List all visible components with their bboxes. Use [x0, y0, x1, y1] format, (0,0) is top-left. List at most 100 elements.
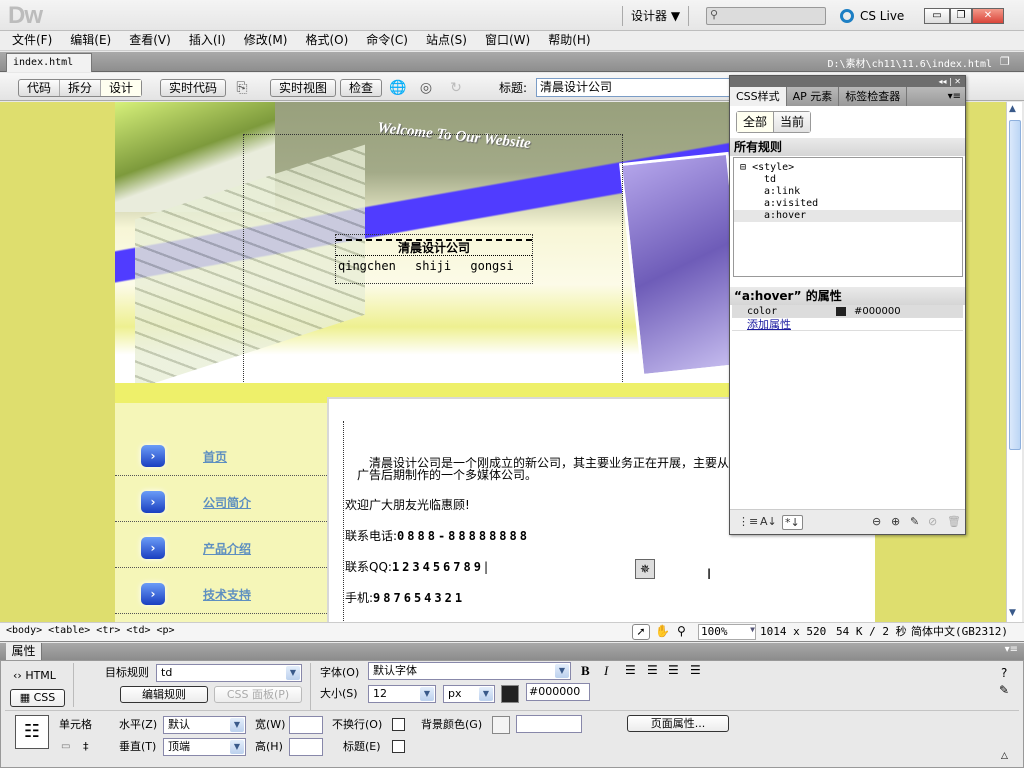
cs-live-button[interactable]: CS Live — [840, 7, 904, 25]
close-window-button[interactable]: ✕ — [972, 8, 1004, 24]
menu-modify[interactable]: 修改(M) — [238, 31, 294, 50]
nav-item[interactable]: › 产品介绍 — [115, 528, 327, 568]
tab-ap-elements[interactable]: AP 元素 — [787, 87, 840, 106]
zoom-tool-icon[interactable]: ⚲ — [677, 624, 686, 638]
edit-rule-button[interactable]: 编辑规则 — [120, 686, 208, 703]
menu-site[interactable]: 站点(S) — [420, 31, 473, 50]
page-title-input[interactable]: 清晨设计公司 — [536, 78, 736, 97]
help-icon[interactable]: ? — [1001, 666, 1007, 680]
edit-rule-icon[interactable]: ✎ — [910, 515, 919, 528]
align-left-icon[interactable]: ☰ — [625, 663, 636, 677]
header-checkbox[interactable] — [392, 740, 405, 753]
split-view-button[interactable]: 拆分 — [60, 80, 102, 96]
split-cell-icon[interactable]: ‡ — [83, 740, 89, 753]
category-view-icon[interactable]: ⋮≡ — [738, 515, 758, 528]
live-code-button[interactable]: 实时代码 — [160, 79, 227, 97]
size-unit-select[interactable]: px ▼ — [443, 685, 495, 703]
rule-a-link[interactable]: a:link — [734, 186, 962, 198]
bold-button[interactable]: B — [581, 663, 590, 679]
nowrap-checkbox[interactable] — [392, 718, 405, 731]
size-select[interactable]: 12 ▼ — [368, 685, 436, 703]
tab-tag-inspector[interactable]: 标签检查器 — [839, 87, 908, 106]
menu-edit[interactable]: 编辑(E) — [64, 31, 117, 50]
minimize-button[interactable]: ▭ — [924, 8, 950, 24]
close-panel-icon[interactable]: ✕ — [954, 77, 961, 86]
menu-file[interactable]: 文件(F) — [6, 31, 58, 50]
select-tool-icon[interactable]: ➚ — [632, 624, 650, 640]
preview-browser-icon[interactable]: 🌐 — [388, 80, 408, 96]
refresh-icon[interactable]: ↻ — [446, 80, 466, 96]
inspect-button[interactable]: 检查 — [340, 79, 383, 97]
hand-tool-icon[interactable]: ✋ — [655, 624, 670, 638]
nav-item[interactable]: › 技术支持 — [115, 574, 327, 614]
nav-item[interactable]: › 首页 — [115, 436, 327, 476]
vertical-align-select[interactable]: 顶端 ▼ — [163, 738, 246, 756]
justify-icon[interactable]: ☰ — [690, 663, 701, 677]
nav-item[interactable]: › 公司简介 — [115, 482, 327, 522]
tab-css-styles[interactable]: CSS样式 — [730, 87, 787, 106]
css-mode-button[interactable]: ▦ CSS — [10, 689, 65, 707]
bg-color-swatch[interactable] — [492, 716, 510, 734]
css-property-row[interactable]: color #000000 — [732, 305, 963, 318]
font-select[interactable]: 默认字体 ▼ — [368, 662, 571, 680]
text-color-swatch[interactable] — [501, 685, 519, 703]
italic-button[interactable]: I — [604, 663, 608, 679]
nav-link-support[interactable]: 技术支持 — [203, 586, 251, 603]
zoom-select[interactable]: 100% ▼ — [698, 624, 756, 640]
new-css-rule-icon[interactable]: ⊕ — [891, 515, 900, 528]
menu-help[interactable]: 帮助(H) — [542, 31, 596, 50]
bg-color-input[interactable] — [516, 715, 582, 733]
document-tab[interactable]: index.html × — [6, 53, 92, 86]
rule-td[interactable]: td — [734, 174, 962, 186]
filter-current[interactable]: 当前 — [774, 112, 811, 132]
menu-format[interactable]: 格式(O) — [299, 31, 354, 50]
width-input[interactable] — [289, 716, 323, 734]
page-properties-button[interactable]: 页面属性... — [627, 715, 729, 732]
scroll-down-icon[interactable]: ▼ — [1009, 608, 1016, 618]
list-view-icon[interactable]: A↓ — [760, 515, 777, 528]
code-view-button[interactable]: 代码 — [19, 80, 61, 96]
nav-link-home[interactable]: 首页 — [203, 448, 227, 465]
target-rule-select[interactable]: td ▼ — [156, 664, 302, 682]
nav-link-products[interactable]: 产品介绍 — [203, 540, 251, 557]
design-view-button[interactable]: 设计 — [101, 80, 142, 96]
nav-link-about[interactable]: 公司简介 — [203, 494, 251, 511]
align-center-icon[interactable]: ☰ — [647, 663, 658, 677]
panel-options-icon[interactable]: ▾≡ — [1005, 644, 1018, 655]
collapse-panel-icon[interactable]: ◂◂ — [938, 77, 946, 86]
quick-tag-editor-icon[interactable]: ✎ — [999, 683, 1009, 697]
search-input[interactable]: ⚲ — [706, 7, 826, 25]
menu-insert[interactable]: 插入(I) — [183, 31, 232, 50]
tag-selector[interactable]: <body> <table> <tr> <td> <p> — [6, 625, 175, 636]
restore-button[interactable]: ❐ — [950, 8, 972, 24]
html-mode-button[interactable]: ‹› HTML — [13, 667, 56, 685]
panel-drag-bar[interactable]: ◂◂ | ✕ — [730, 76, 965, 87]
workspace-switcher[interactable]: 设计器 ▼ — [622, 6, 690, 26]
menu-window[interactable]: 窗口(W) — [479, 31, 536, 50]
horizontal-align-select[interactable]: 默认 ▼ — [163, 716, 246, 734]
delete-rule-icon[interactable]: 🗑 — [947, 515, 961, 528]
collapse-icon[interactable]: △ — [1001, 751, 1008, 761]
attach-stylesheet-icon[interactable]: ⊖ — [872, 515, 881, 528]
content-area[interactable]: 清晨设计公司是一个刚成立的新公司，其主要业务正在开展，主要从 广告后期制作的一个… — [327, 397, 797, 622]
panel-menu-icon[interactable]: ▾≡ — [948, 87, 965, 106]
visual-aids-icon[interactable]: ◎ — [416, 80, 436, 96]
properties-tab[interactable]: 属性 — [6, 643, 42, 660]
live-view-button[interactable]: 实时视图 — [270, 79, 337, 97]
disable-property-icon[interactable]: ⊘ — [928, 515, 937, 528]
text-color-input[interactable]: #000000 — [526, 683, 590, 701]
scrollbar-thumb[interactable] — [1009, 120, 1021, 450]
menu-commands[interactable]: 命令(C) — [360, 31, 414, 50]
height-input[interactable] — [289, 738, 323, 756]
file-management-icon[interactable]: ⎘ — [232, 80, 252, 96]
filter-all[interactable]: 全部 — [737, 112, 775, 132]
restore-document-icon[interactable]: ❐ — [1000, 55, 1010, 68]
rule-a-hover[interactable]: a:hover — [734, 210, 962, 222]
vertical-scrollbar[interactable]: ▲ ▼ — [1006, 102, 1022, 622]
add-property-link[interactable]: 添加属性 — [747, 318, 791, 331]
scroll-up-icon[interactable]: ▲ — [1009, 104, 1016, 114]
color-swatch[interactable] — [836, 307, 846, 316]
align-right-icon[interactable]: ☰ — [668, 663, 679, 677]
rule-style[interactable]: ⊟ <style> — [734, 162, 962, 174]
menu-view[interactable]: 查看(V) — [123, 31, 177, 50]
